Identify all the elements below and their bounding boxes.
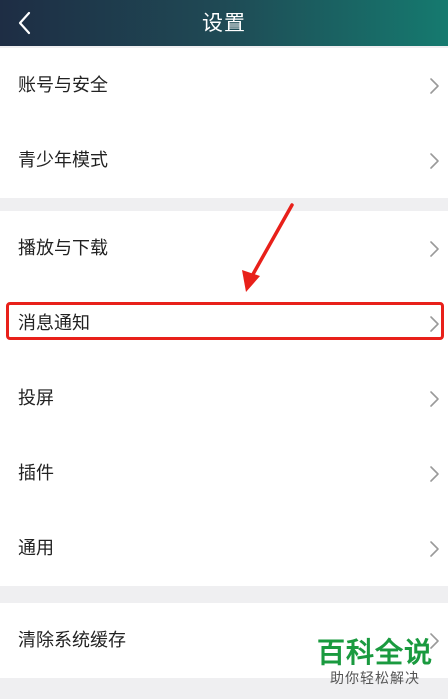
watermark-subtitle: 助你轻松解决 — [330, 671, 420, 687]
chevron-right-icon — [430, 78, 439, 94]
app-header: 设置 — [0, 0, 448, 46]
chevron-right-icon — [430, 153, 439, 169]
settings-item-plugins[interactable]: 插件 — [0, 436, 448, 511]
settings-item-label: 清除系统缓存 — [18, 630, 126, 651]
settings-item-general[interactable]: 通用 — [0, 511, 448, 586]
settings-item-playback-download[interactable]: 播放与下载 — [0, 211, 448, 286]
settings-item-account-security[interactable]: 账号与安全 — [0, 48, 448, 123]
chevron-right-icon — [430, 316, 439, 332]
watermark-title: 百科全说 — [316, 636, 433, 669]
settings-item-label: 播放与下载 — [18, 238, 108, 259]
settings-group-general: 播放与下载 消息通知 投屏 插件 通用 — [0, 211, 448, 586]
settings-group-account: 账号与安全 青少年模式 — [0, 48, 448, 198]
settings-item-label: 消息通知 — [18, 313, 90, 334]
chevron-right-icon — [430, 391, 439, 407]
settings-item-notifications[interactable]: 消息通知 — [0, 286, 448, 361]
settings-item-label: 账号与安全 — [18, 75, 108, 96]
settings-item-teen-mode[interactable]: 青少年模式 — [0, 123, 448, 198]
settings-item-cast[interactable]: 投屏 — [0, 361, 448, 436]
settings-item-label: 插件 — [18, 463, 54, 484]
settings-item-label: 通用 — [18, 538, 54, 559]
page-title: 设置 — [202, 11, 246, 35]
chevron-right-icon — [430, 241, 439, 257]
chevron-right-icon — [430, 466, 439, 482]
watermark: 百科全说 助你轻松解决 — [316, 636, 434, 688]
settings-item-label: 投屏 — [18, 388, 54, 409]
chevron-right-icon — [430, 541, 439, 557]
settings-item-label: 青少年模式 — [18, 150, 108, 171]
